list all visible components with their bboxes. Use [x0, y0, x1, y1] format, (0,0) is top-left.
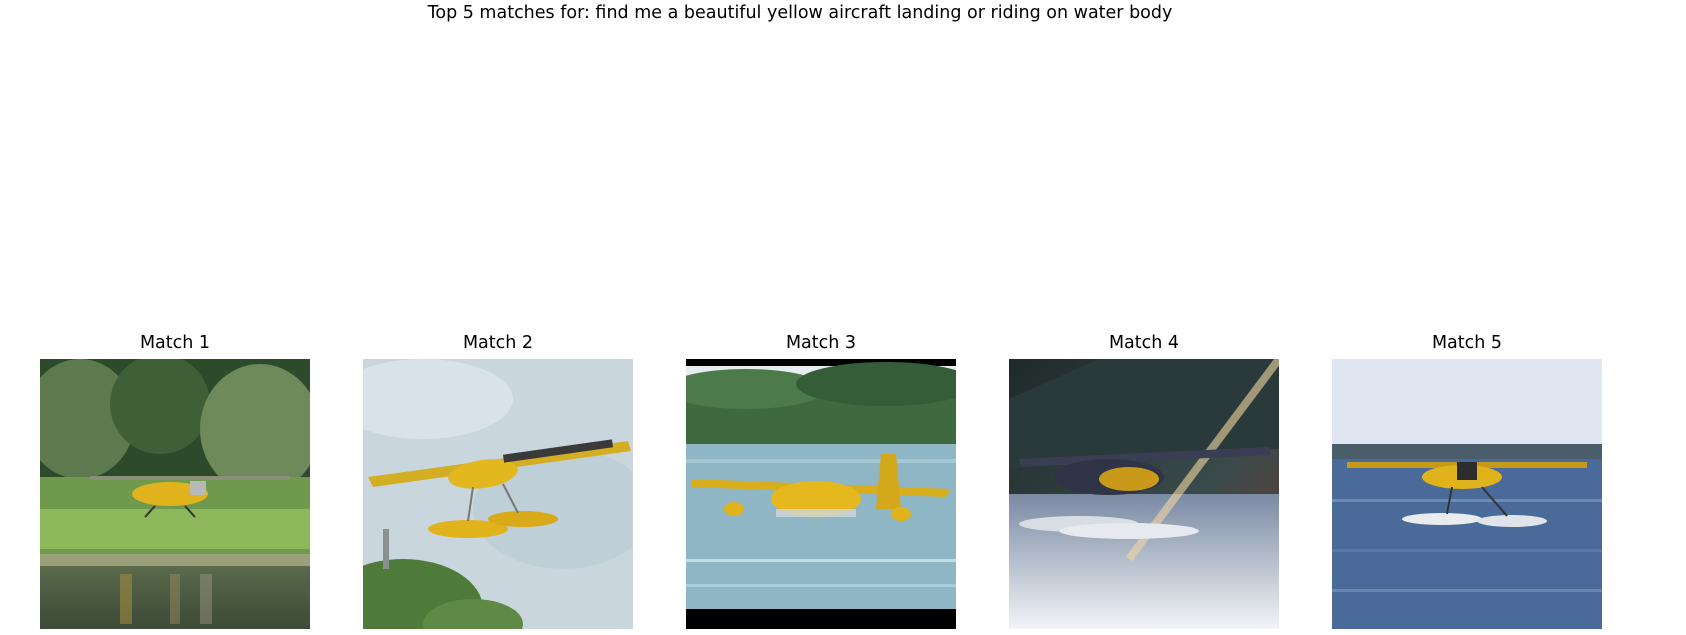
match-title-5: Match 5 — [1431, 333, 1503, 353]
match-image-1[interactable] — [40, 359, 310, 629]
match-image-3[interactable] — [686, 359, 956, 629]
match-image-4[interactable] — [1009, 359, 1279, 629]
match-image-5[interactable] — [1332, 359, 1602, 629]
match-image-2[interactable] — [363, 359, 633, 629]
match-title-3: Match 3 — [785, 333, 857, 353]
match-title-2: Match 2 — [462, 333, 534, 353]
figure-title: Top 5 matches for: find me a beautiful y… — [427, 3, 1173, 23]
match-title-1: Match 1 — [139, 333, 211, 353]
match-title-4: Match 4 — [1108, 333, 1180, 353]
